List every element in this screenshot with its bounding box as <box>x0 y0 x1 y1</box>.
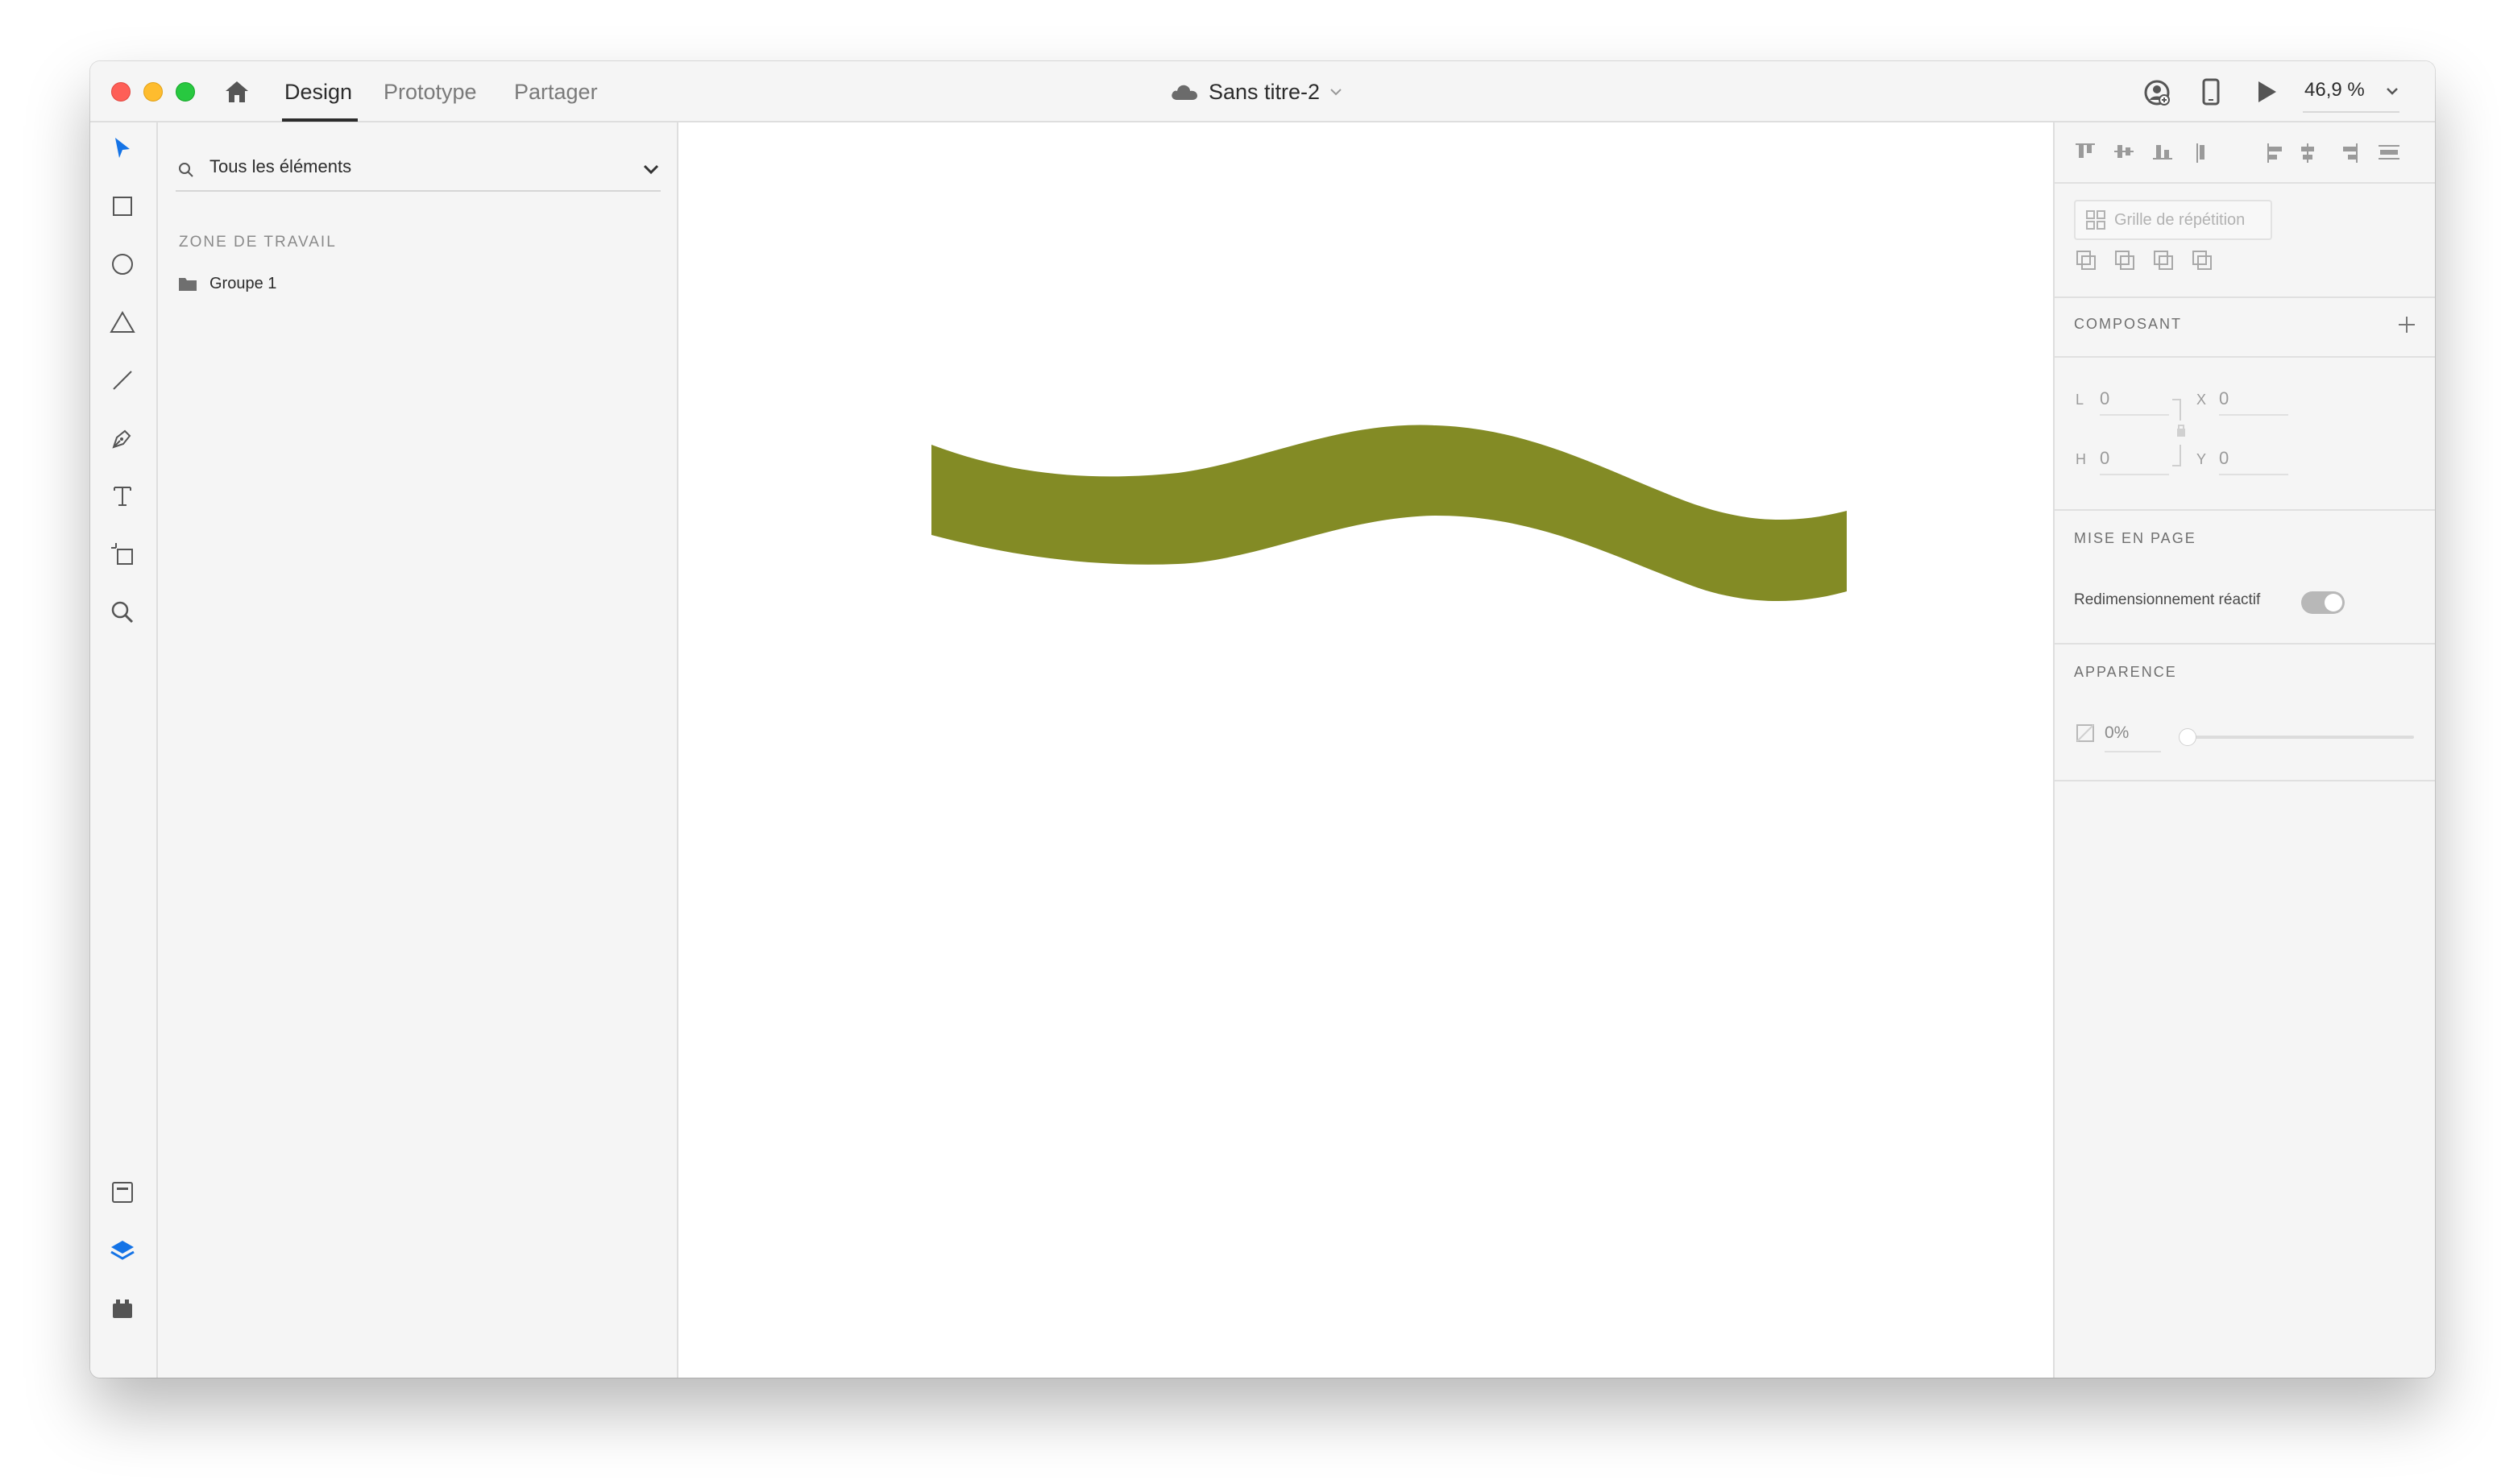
layers-panel: Tous les éléments ZONE DE TRAVAIL Groupe… <box>158 122 678 1378</box>
layers-panel-button[interactable] <box>106 1234 139 1266</box>
artboard[interactable] <box>678 122 2142 1378</box>
text-tool[interactable] <box>106 480 139 512</box>
y-field[interactable]: 0 <box>2219 448 2229 469</box>
tab-design[interactable]: Design <box>284 77 352 106</box>
wave-shape[interactable] <box>931 425 1847 602</box>
y-underline <box>2219 474 2288 475</box>
select-arrow-icon <box>115 138 130 158</box>
divider <box>2055 643 2435 645</box>
x-label: X <box>2196 392 2207 408</box>
app-window: Design Prototype Partager Sans titre-2 4… <box>90 61 2435 1378</box>
x-underline <box>2219 414 2288 416</box>
height-field[interactable]: 0 <box>2100 448 2109 469</box>
zoom-tool[interactable] <box>106 596 139 628</box>
canvas[interactable] <box>678 122 2145 1378</box>
triangle-icon <box>110 311 135 333</box>
text-icon <box>114 487 131 506</box>
width-underline <box>2100 414 2169 416</box>
tab-prototype[interactable]: Prototype <box>384 77 477 106</box>
align-toolbar <box>2071 137 2425 169</box>
opacity-underline <box>2105 751 2161 752</box>
chevron-down-icon <box>1330 89 1342 96</box>
ellipse-icon <box>112 254 133 275</box>
layers-icon <box>110 1241 135 1260</box>
plugin-icon <box>113 1300 132 1318</box>
layer-name: Groupe 1 <box>209 274 277 292</box>
search-filter-label: Tous les éléments <box>209 156 352 176</box>
divider <box>2055 509 2435 511</box>
folder-icon <box>179 278 197 291</box>
responsive-resize-label: Redimensionnement réactif <box>2074 591 2261 608</box>
toggle-knob <box>2325 594 2342 611</box>
width-field[interactable]: 0 <box>2100 388 2109 409</box>
rectangle-tool[interactable] <box>106 190 139 222</box>
opacity-field[interactable]: 0% <box>2105 723 2129 743</box>
opacity-slider-knob[interactable] <box>2179 728 2196 746</box>
opacity-icon <box>2076 724 2094 742</box>
search-icon <box>179 163 193 177</box>
pen-icon <box>112 429 131 449</box>
layers-search[interactable]: Tous les éléments <box>176 151 661 192</box>
y-label: Y <box>2196 451 2207 467</box>
zoom-level[interactable]: 46,9 % <box>2304 79 2365 102</box>
opacity-slider-track[interactable] <box>2188 736 2414 739</box>
document-name: Sans titre-2 <box>1209 79 1321 104</box>
artboard-section-label: ZONE DE TRAVAIL <box>179 234 337 251</box>
play-icon[interactable] <box>2254 79 2279 105</box>
document-title[interactable]: Sans titre-2 <box>1170 76 1342 108</box>
canvas-drawing <box>931 425 1847 602</box>
layer-item[interactable]: Groupe 1 <box>177 271 276 296</box>
artboard-tool[interactable] <box>106 538 139 570</box>
divider <box>2055 780 2435 781</box>
align-icons <box>2076 143 2399 163</box>
title-bar: Design Prototype Partager Sans titre-2 4… <box>90 61 2435 122</box>
rectangle-icon <box>113 197 132 216</box>
divider <box>2055 296 2435 298</box>
property-inspector: Grille de répétition COMPOSANT L 0 H 0 X… <box>2053 122 2435 1378</box>
select-tool[interactable] <box>106 132 139 164</box>
appearance-label: APPARENCE <box>2074 664 2177 680</box>
artboard-icon <box>111 543 133 565</box>
search-icon <box>111 601 134 624</box>
width-label: L <box>2076 392 2084 408</box>
divider <box>2055 182 2435 184</box>
repeat-grid-icon <box>2086 210 2105 230</box>
line-icon <box>113 371 132 390</box>
pen-tool[interactable] <box>106 422 139 454</box>
lock-aspect-icon[interactable] <box>2171 396 2187 469</box>
responsive-resize-toggle[interactable] <box>2301 591 2345 614</box>
close-window-button[interactable] <box>111 82 131 102</box>
ellipse-tool[interactable] <box>106 248 139 280</box>
layout-label: MISE EN PAGE <box>2074 530 2196 546</box>
device-preview-icon[interactable] <box>2201 77 2221 106</box>
chevron-down-icon[interactable] <box>641 161 661 177</box>
repeat-grid-label: Grille de répétition <box>2114 210 2246 229</box>
share-user-icon[interactable] <box>2143 79 2171 106</box>
active-tab-indicator <box>282 118 358 122</box>
height-underline <box>2100 474 2169 475</box>
height-label: H <box>2076 451 2086 467</box>
chevron-down-icon[interactable] <box>2385 85 2399 97</box>
add-icon[interactable] <box>2396 314 2417 335</box>
line-tool[interactable] <box>106 364 139 396</box>
x-field[interactable]: 0 <box>2219 388 2229 409</box>
maximize-window-button[interactable] <box>176 82 195 102</box>
zoom-underline <box>2303 111 2399 113</box>
tab-share[interactable]: Partager <box>514 77 598 106</box>
boolean-ops-icons <box>2076 251 2212 270</box>
plugins-panel-button[interactable] <box>106 1292 139 1324</box>
repeat-grid-button[interactable]: Grille de répétition <box>2074 200 2272 240</box>
assets-icon <box>112 1182 133 1203</box>
home-icon[interactable] <box>222 77 251 106</box>
cloud-icon <box>1172 85 1197 100</box>
component-label: COMPOSANT <box>2074 316 2183 332</box>
tool-bar <box>90 122 158 1378</box>
divider <box>2055 356 2435 358</box>
minimize-window-button[interactable] <box>143 82 163 102</box>
polygon-tool[interactable] <box>106 306 139 338</box>
assets-panel-button[interactable] <box>106 1176 139 1208</box>
boolean-ops <box>2074 247 2235 276</box>
